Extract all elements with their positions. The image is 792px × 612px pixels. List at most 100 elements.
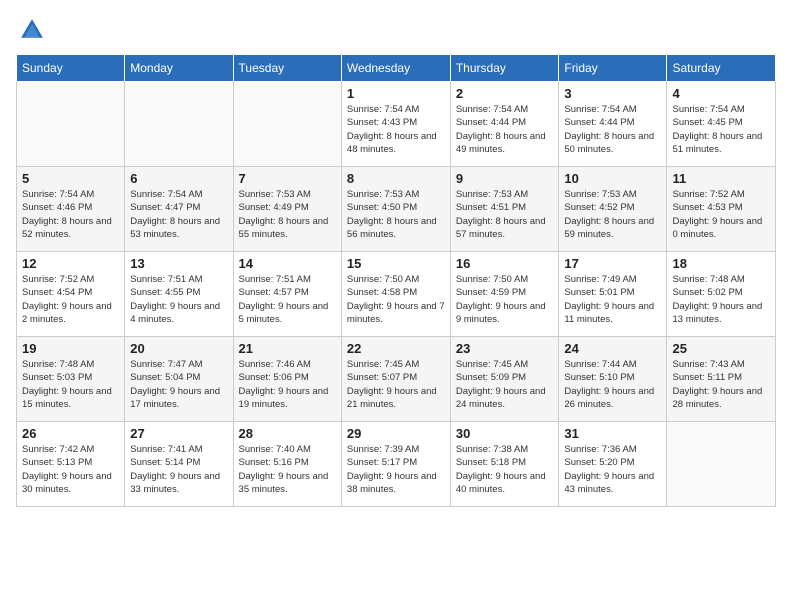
day-info: Sunrise: 7:46 AM Sunset: 5:06 PM Dayligh… — [239, 358, 336, 411]
calendar-week-row: 12 Sunrise: 7:52 AM Sunset: 4:54 PM Dayli… — [17, 252, 776, 337]
calendar-cell: 27Sunrise: 7:41 AM Sunset: 5:14 PM Dayli… — [125, 422, 233, 507]
calendar-cell: 31 Sunrise: 7:36 AM Sunset: 5:20 PM Dayli… — [559, 422, 667, 507]
day-info: Sunrise: 7:51 AM Sunset: 4:55 PM Dayligh… — [130, 273, 227, 326]
day-number: 11 — [672, 171, 770, 186]
day-number: 13 — [130, 256, 227, 271]
day-number: 2 — [456, 86, 554, 101]
day-number: 16 — [456, 256, 554, 271]
calendar-header-row: SundayMondayTuesdayWednesdayThursdayFrid… — [17, 55, 776, 82]
weekday-header: Sunday — [17, 55, 125, 82]
calendar-cell: 26 Sunrise: 7:42 AM Sunset: 5:13 PM Dayli… — [17, 422, 125, 507]
calendar-cell — [125, 82, 233, 167]
weekday-header: Thursday — [450, 55, 559, 82]
calendar-cell: 8 Sunrise: 7:53 AM Sunset: 4:50 PM Daylig… — [341, 167, 450, 252]
day-number: 28 — [239, 426, 336, 441]
day-number: 27 — [130, 426, 227, 441]
day-info: Sunrise: 7:49 AM Sunset: 5:01 PM Dayligh… — [564, 273, 661, 326]
logo — [16, 16, 46, 44]
day-info: Sunrise: 7:44 AM Sunset: 5:10 PM Dayligh… — [564, 358, 661, 411]
weekday-header: Tuesday — [233, 55, 341, 82]
calendar-cell: 11 Sunrise: 7:52 AM Sunset: 4:53 PM Dayli… — [667, 167, 776, 252]
calendar-cell: 15Sunrise: 7:50 AM Sunset: 4:58 PM Dayli… — [341, 252, 450, 337]
day-info: Sunrise: 7:54 AM Sunset: 4:45 PM Dayligh… — [672, 103, 770, 156]
day-info: Sunrise: 7:50 AM Sunset: 4:58 PM Dayligh… — [347, 273, 445, 326]
day-number: 29 — [347, 426, 445, 441]
day-number: 1 — [347, 86, 445, 101]
calendar-cell: 24 Sunrise: 7:44 AM Sunset: 5:10 PM Dayli… — [559, 337, 667, 422]
weekday-header: Monday — [125, 55, 233, 82]
day-info: Sunrise: 7:53 AM Sunset: 4:52 PM Dayligh… — [564, 188, 661, 241]
day-number: 25 — [672, 341, 770, 356]
page-header — [16, 16, 776, 44]
day-info: Sunrise: 7:51 AM Sunset: 4:57 PM Dayligh… — [239, 273, 336, 326]
calendar-cell — [17, 82, 125, 167]
day-number: 26 — [22, 426, 119, 441]
calendar: SundayMondayTuesdayWednesdayThursdayFrid… — [16, 54, 776, 507]
day-info: Sunrise: 7:54 AM Sunset: 4:43 PM Dayligh… — [347, 103, 445, 156]
day-number: 14 — [239, 256, 336, 271]
calendar-cell: 6Sunrise: 7:54 AM Sunset: 4:47 PM Daylig… — [125, 167, 233, 252]
day-number: 7 — [239, 171, 336, 186]
day-info: Sunrise: 7:53 AM Sunset: 4:50 PM Dayligh… — [347, 188, 445, 241]
day-info: Sunrise: 7:39 AM Sunset: 5:17 PM Dayligh… — [347, 443, 445, 496]
weekday-header: Wednesday — [341, 55, 450, 82]
calendar-cell: 23 Sunrise: 7:45 AM Sunset: 5:09 PM Dayli… — [450, 337, 559, 422]
day-info: Sunrise: 7:48 AM Sunset: 5:02 PM Dayligh… — [672, 273, 770, 326]
calendar-cell: 10 Sunrise: 7:53 AM Sunset: 4:52 PM Dayli… — [559, 167, 667, 252]
day-info: Sunrise: 7:42 AM Sunset: 5:13 PM Dayligh… — [22, 443, 119, 496]
day-number: 8 — [347, 171, 445, 186]
day-number: 3 — [564, 86, 661, 101]
calendar-week-row: 1 Sunrise: 7:54 AM Sunset: 4:43 PM Daylig… — [17, 82, 776, 167]
day-number: 9 — [456, 171, 554, 186]
day-info: Sunrise: 7:54 AM Sunset: 4:44 PM Dayligh… — [456, 103, 554, 156]
day-info: Sunrise: 7:52 AM Sunset: 4:54 PM Dayligh… — [22, 273, 119, 326]
day-info: Sunrise: 7:47 AM Sunset: 5:04 PM Dayligh… — [130, 358, 227, 411]
day-number: 22 — [347, 341, 445, 356]
calendar-cell: 4 Sunrise: 7:54 AM Sunset: 4:45 PM Daylig… — [667, 82, 776, 167]
calendar-cell — [667, 422, 776, 507]
day-number: 20 — [130, 341, 227, 356]
day-info: Sunrise: 7:45 AM Sunset: 5:07 PM Dayligh… — [347, 358, 445, 411]
calendar-cell: 7 Sunrise: 7:53 AM Sunset: 4:49 PM Daylig… — [233, 167, 341, 252]
day-number: 4 — [672, 86, 770, 101]
calendar-cell: 28 Sunrise: 7:40 AM Sunset: 5:16 PM Dayli… — [233, 422, 341, 507]
day-number: 31 — [564, 426, 661, 441]
calendar-cell: 29 Sunrise: 7:39 AM Sunset: 5:17 PM Dayli… — [341, 422, 450, 507]
calendar-week-row: 5Sunrise: 7:54 AM Sunset: 4:46 PM Daylig… — [17, 167, 776, 252]
logo-icon — [18, 16, 46, 44]
calendar-cell: 5Sunrise: 7:54 AM Sunset: 4:46 PM Daylig… — [17, 167, 125, 252]
day-info: Sunrise: 7:53 AM Sunset: 4:51 PM Dayligh… — [456, 188, 554, 241]
day-number: 30 — [456, 426, 554, 441]
calendar-cell: 1 Sunrise: 7:54 AM Sunset: 4:43 PM Daylig… — [341, 82, 450, 167]
day-info: Sunrise: 7:50 AM Sunset: 4:59 PM Dayligh… — [456, 273, 554, 326]
day-number: 19 — [22, 341, 119, 356]
day-number: 10 — [564, 171, 661, 186]
calendar-cell: 30 Sunrise: 7:38 AM Sunset: 5:18 PM Dayli… — [450, 422, 559, 507]
weekday-header: Saturday — [667, 55, 776, 82]
day-info: Sunrise: 7:53 AM Sunset: 4:49 PM Dayligh… — [239, 188, 336, 241]
day-number: 12 — [22, 256, 119, 271]
calendar-cell: 3Sunrise: 7:54 AM Sunset: 4:44 PM Daylig… — [559, 82, 667, 167]
calendar-cell — [233, 82, 341, 167]
day-info: Sunrise: 7:52 AM Sunset: 4:53 PM Dayligh… — [672, 188, 770, 241]
calendar-cell: 12 Sunrise: 7:52 AM Sunset: 4:54 PM Dayli… — [17, 252, 125, 337]
day-info: Sunrise: 7:48 AM Sunset: 5:03 PM Dayligh… — [22, 358, 119, 411]
day-number: 5 — [22, 171, 119, 186]
day-number: 24 — [564, 341, 661, 356]
day-info: Sunrise: 7:40 AM Sunset: 5:16 PM Dayligh… — [239, 443, 336, 496]
day-info: Sunrise: 7:43 AM Sunset: 5:11 PM Dayligh… — [672, 358, 770, 411]
day-number: 23 — [456, 341, 554, 356]
calendar-cell: 20 Sunrise: 7:47 AM Sunset: 5:04 PM Dayli… — [125, 337, 233, 422]
calendar-cell: 14 Sunrise: 7:51 AM Sunset: 4:57 PM Dayli… — [233, 252, 341, 337]
calendar-cell: 2 Sunrise: 7:54 AM Sunset: 4:44 PM Daylig… — [450, 82, 559, 167]
calendar-cell: 9 Sunrise: 7:53 AM Sunset: 4:51 PM Daylig… — [450, 167, 559, 252]
calendar-cell: 19 Sunrise: 7:48 AM Sunset: 5:03 PM Dayli… — [17, 337, 125, 422]
calendar-cell: 22 Sunrise: 7:45 AM Sunset: 5:07 PM Dayli… — [341, 337, 450, 422]
day-info: Sunrise: 7:45 AM Sunset: 5:09 PM Dayligh… — [456, 358, 554, 411]
calendar-cell: 17Sunrise: 7:49 AM Sunset: 5:01 PM Dayli… — [559, 252, 667, 337]
calendar-cell: 21Sunrise: 7:46 AM Sunset: 5:06 PM Dayli… — [233, 337, 341, 422]
day-info: Sunrise: 7:38 AM Sunset: 5:18 PM Dayligh… — [456, 443, 554, 496]
day-info: Sunrise: 7:36 AM Sunset: 5:20 PM Dayligh… — [564, 443, 661, 496]
weekday-header: Friday — [559, 55, 667, 82]
calendar-cell: 13 Sunrise: 7:51 AM Sunset: 4:55 PM Dayli… — [125, 252, 233, 337]
